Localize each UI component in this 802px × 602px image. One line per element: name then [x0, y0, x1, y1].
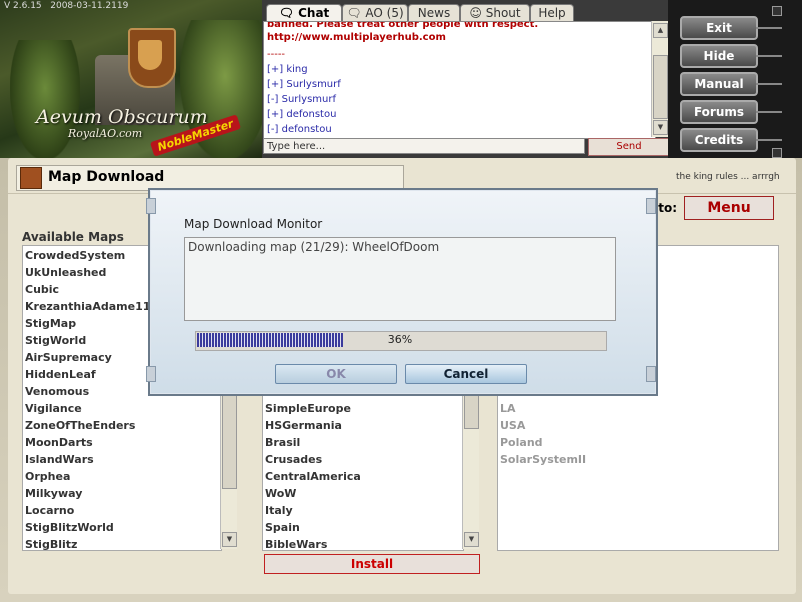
- chat-log: banned. Please treat other people with r…: [263, 21, 656, 139]
- list-item[interactable]: StigWorld: [25, 334, 86, 347]
- exit-button[interactable]: Exit: [680, 16, 758, 40]
- scroll-up-icon[interactable]: ▲: [653, 23, 668, 38]
- rivet-icon: [772, 6, 782, 16]
- tree-decoration: [10, 40, 80, 160]
- list-item[interactable]: Poland: [500, 436, 543, 449]
- list-item[interactable]: Vigilance: [25, 402, 82, 415]
- connector-decoration: [756, 139, 782, 141]
- list-item[interactable]: SimpleEurope: [265, 402, 351, 415]
- list-item[interactable]: LA: [500, 402, 516, 415]
- chat-line: [-] Surlysmurf: [267, 94, 337, 105]
- list-item[interactable]: Italy: [265, 504, 293, 517]
- list-item[interactable]: USA: [500, 419, 525, 432]
- list-item[interactable]: UkUnleashed: [25, 266, 106, 279]
- hinge-decoration: [146, 366, 156, 382]
- chat-input[interactable]: Type here...: [263, 138, 585, 154]
- speech-bubble-icon: 🗨: [346, 6, 362, 20]
- scroll-down-icon[interactable]: ▼: [464, 532, 479, 547]
- scroll-down-icon[interactable]: ▼: [222, 532, 237, 547]
- list-item[interactable]: Crusades: [265, 453, 322, 466]
- available-maps-label: Available Maps: [22, 230, 124, 244]
- list-item[interactable]: StigBlitz: [25, 538, 77, 550]
- list-item[interactable]: StigBlitzWorld: [25, 521, 114, 534]
- shout-icon: ☺: [469, 6, 482, 20]
- ok-button[interactable]: OK: [275, 364, 397, 384]
- chat-line: [-] defonstou: [267, 124, 332, 135]
- crest-inner: [138, 40, 162, 70]
- connector-decoration: [756, 111, 782, 113]
- scroll-thumb[interactable]: [464, 393, 479, 429]
- tab-shout[interactable]: ☺ Shout: [460, 4, 530, 21]
- list-item[interactable]: HSGermania: [265, 419, 342, 432]
- dialog-title: Map Download Monitor: [184, 217, 323, 231]
- list-item[interactable]: ZoneOfTheEnders: [25, 419, 135, 432]
- motd-text: the king rules ... arrrgh: [676, 172, 780, 182]
- map-download-icon: [20, 167, 42, 189]
- page-title: Map Download: [48, 169, 165, 185]
- list-item[interactable]: HiddenLeaf: [25, 368, 96, 381]
- list-item[interactable]: IslandWars: [25, 453, 94, 466]
- scroll-thumb[interactable]: [653, 55, 668, 119]
- speech-bubble-icon: 🗨: [278, 6, 294, 20]
- chat-line: banned. Please treat other people with r…: [267, 21, 539, 30]
- chat-link[interactable]: http://www.multiplayerhub.com: [267, 32, 446, 43]
- list-item[interactable]: KrezanthiaAdame11: [25, 300, 150, 313]
- list-item[interactable]: SolarSystemII: [500, 453, 586, 466]
- game-logo-subtitle: RoyalAO.com: [68, 127, 143, 140]
- tab-chat[interactable]: 🗨 Chat (5): [266, 4, 342, 36]
- list-item[interactable]: Brasil: [265, 436, 300, 449]
- list-item[interactable]: CrowdedSystem: [25, 249, 125, 262]
- list-item[interactable]: MoonDarts: [25, 436, 93, 449]
- chat-scrollbar[interactable]: ▲ ▼: [651, 21, 668, 137]
- connector-decoration: [756, 83, 782, 85]
- list-item[interactable]: AirSupremacy: [25, 351, 112, 364]
- credits-button[interactable]: Credits: [680, 128, 758, 152]
- game-logo: Aevum Obscurum: [36, 106, 208, 128]
- chat-line: -----: [267, 49, 286, 60]
- hinge-decoration: [146, 198, 156, 214]
- list-item[interactable]: CentralAmerica: [265, 470, 361, 483]
- send-button[interactable]: Send: [588, 138, 670, 156]
- cancel-button[interactable]: Cancel: [405, 364, 527, 384]
- tab-help[interactable]: Help: [530, 4, 574, 21]
- scroll-down-icon[interactable]: ▼: [653, 120, 668, 135]
- hinge-decoration: [646, 198, 656, 214]
- hinge-decoration: [646, 366, 656, 382]
- progress-label: 36%: [387, 333, 413, 346]
- tab-news[interactable]: News: [408, 4, 460, 21]
- list-item[interactable]: Milkyway: [25, 487, 82, 500]
- scroll-thumb[interactable]: [222, 395, 237, 489]
- list-item[interactable]: Spain: [265, 521, 300, 534]
- version-info: V 2.6.15 2008-03-11.2119: [4, 1, 129, 11]
- list-item[interactable]: Orphea: [25, 470, 70, 483]
- rivet-icon: [772, 148, 782, 158]
- menu-button[interactable]: Menu: [684, 196, 774, 220]
- list-item[interactable]: StigMap: [25, 317, 76, 330]
- list-item[interactable]: Locarno: [25, 504, 74, 517]
- download-status-text: Downloading map (21/29): WheelOfDoom: [188, 240, 440, 254]
- tab-ao[interactable]: 🗨 AO (5): [342, 4, 408, 21]
- connector-decoration: [756, 27, 782, 29]
- manual-button[interactable]: Manual: [680, 72, 758, 96]
- forums-button[interactable]: Forums: [680, 100, 758, 124]
- list-item[interactable]: Venomous: [25, 385, 89, 398]
- chat-line: [+] Surlysmurf: [267, 79, 341, 90]
- connector-decoration: [756, 55, 782, 57]
- list-item[interactable]: WoW: [265, 487, 296, 500]
- install-button[interactable]: Install: [264, 554, 480, 574]
- chat-line: [+] defonstou: [267, 109, 337, 120]
- list-item[interactable]: Cubic: [25, 283, 59, 296]
- hide-button[interactable]: Hide: [680, 44, 758, 68]
- list-item[interactable]: BibleWars: [265, 538, 327, 550]
- chat-line: [+] king: [267, 64, 308, 75]
